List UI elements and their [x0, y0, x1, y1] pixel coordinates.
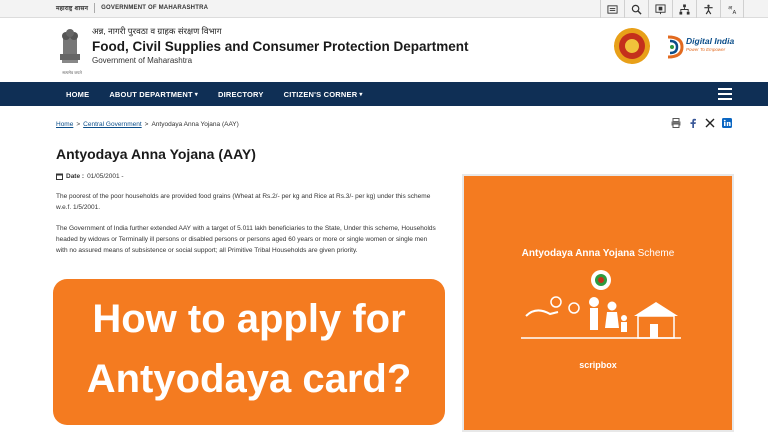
- svg-text:A: A: [732, 10, 736, 15]
- date-label: Date :: [66, 173, 85, 180]
- card-brand: scripbox: [579, 360, 617, 370]
- content-paragraph: The Government of India further extended…: [56, 225, 436, 254]
- gov-label: GOVERNMENT OF MAHARASHTRA: [101, 5, 209, 11]
- nav-item-label: DIRECTORY: [218, 89, 264, 99]
- x-twitter-icon[interactable]: [705, 118, 715, 128]
- nav-item-home[interactable]: HOME: [56, 82, 99, 106]
- hamburger-menu-icon[interactable]: [718, 88, 732, 100]
- family-house-illustration-icon: [521, 270, 681, 339]
- screen-reader-icon[interactable]: [648, 0, 672, 18]
- department-name[interactable]: Food, Civil Supplies and Consumer Protec…: [92, 39, 469, 54]
- scheme-image-card: Antyodaya Anna Yojana Scheme scripbox: [462, 174, 734, 432]
- language-icon[interactable]: अA: [720, 0, 744, 18]
- facebook-icon[interactable]: [688, 118, 698, 128]
- breadcrumb-home-link[interactable]: Home: [56, 121, 73, 128]
- card-title: Antyodaya Anna Yojana Scheme: [464, 248, 732, 259]
- gov-labels: महाराष्ट्र शासन GOVERNMENT OF MAHARASHTR…: [56, 3, 208, 13]
- nav-item-directory[interactable]: DIRECTORY: [208, 82, 274, 106]
- breadcrumb-current: Antyodaya Anna Yojana (AAY): [151, 121, 239, 128]
- government-name: Government of Maharashtra: [92, 56, 193, 65]
- nav-menu: HOME ABOUT DEPARTMENT ▾ DIRECTORY CITIZEN…: [56, 82, 373, 106]
- chevron-down-icon: ▾: [194, 91, 199, 98]
- sitemap-icon[interactable]: [600, 0, 624, 18]
- divider: [94, 3, 96, 13]
- banner-line-2: Antyodaya card?: [86, 357, 412, 401]
- card-title-rest: Scheme: [637, 248, 675, 259]
- nav-item-about-department[interactable]: ABOUT DEPARTMENT ▾: [99, 82, 208, 106]
- toolbar-icons: अA: [600, 0, 744, 18]
- card-title-bold: Antyodaya Anna Yojana: [521, 248, 635, 259]
- hierarchy-icon[interactable]: [672, 0, 696, 18]
- breadcrumb: Home > Central Government > Antyodaya An…: [56, 121, 239, 128]
- share-toolbar: [671, 118, 732, 128]
- national-emblem-icon[interactable]: [56, 24, 84, 70]
- digital-india-tagline: Power To Empower: [686, 47, 726, 52]
- digital-india-logo[interactable]: Digital India Power To Empower: [664, 34, 736, 62]
- page-title: Antyodaya Anna Yojana (AAY): [56, 146, 256, 162]
- how-to-apply-banner: How to apply for Antyodaya card?: [53, 279, 445, 425]
- search-icon[interactable]: [624, 0, 648, 18]
- breadcrumb-separator: >: [76, 121, 81, 128]
- emblem-caption: सत्यमेव जयते: [62, 70, 82, 75]
- marathi-gov-label: महाराष्ट्र शासन: [56, 6, 89, 12]
- main-nav: HOME ABOUT DEPARTMENT ▾ DIRECTORY CITIZEN…: [0, 82, 768, 106]
- nav-item-label: CITIZEN'S CORNER: [283, 89, 358, 99]
- digital-india-mark-icon: [667, 35, 684, 59]
- maharashtra-seal-icon: [614, 28, 650, 64]
- breadcrumb-central-government-link[interactable]: Central Government: [83, 121, 142, 128]
- content-paragraph: The poorest of the poor households are p…: [56, 193, 431, 211]
- breadcrumb-separator: >: [144, 121, 149, 128]
- department-title-block: अन्न, नागरी पुरवठा व ग्राहक संरक्षण विभा…: [92, 26, 469, 65]
- nav-item-label: ABOUT DEPARTMENT: [109, 89, 193, 99]
- date-line: Date : 01/05/2001 -: [56, 173, 124, 180]
- digital-india-text: Digital India: [686, 36, 735, 46]
- date-value: 01/05/2001 -: [87, 173, 124, 180]
- chevron-down-icon: ▾: [359, 91, 363, 98]
- print-icon[interactable]: [671, 118, 681, 128]
- linkedin-icon[interactable]: [722, 118, 732, 128]
- top-utility-bar: महाराष्ट्र शासन GOVERNMENT OF MAHARASHTR…: [0, 0, 768, 18]
- accessibility-icon[interactable]: [696, 0, 720, 18]
- calendar-icon: [56, 173, 63, 180]
- department-hindi-name: अन्न, नागरी पुरवठा व ग्राहक संरक्षण विभा…: [92, 26, 222, 36]
- site-header: सत्यमेव जयते अन्न, नागरी पुरवठा व ग्राहक…: [0, 18, 768, 82]
- nav-item-label: HOME: [66, 89, 90, 99]
- nav-item-citizens-corner[interactable]: CITIZEN'S CORNER ▾: [274, 82, 373, 106]
- banner-line-1: How to apply for: [92, 297, 406, 341]
